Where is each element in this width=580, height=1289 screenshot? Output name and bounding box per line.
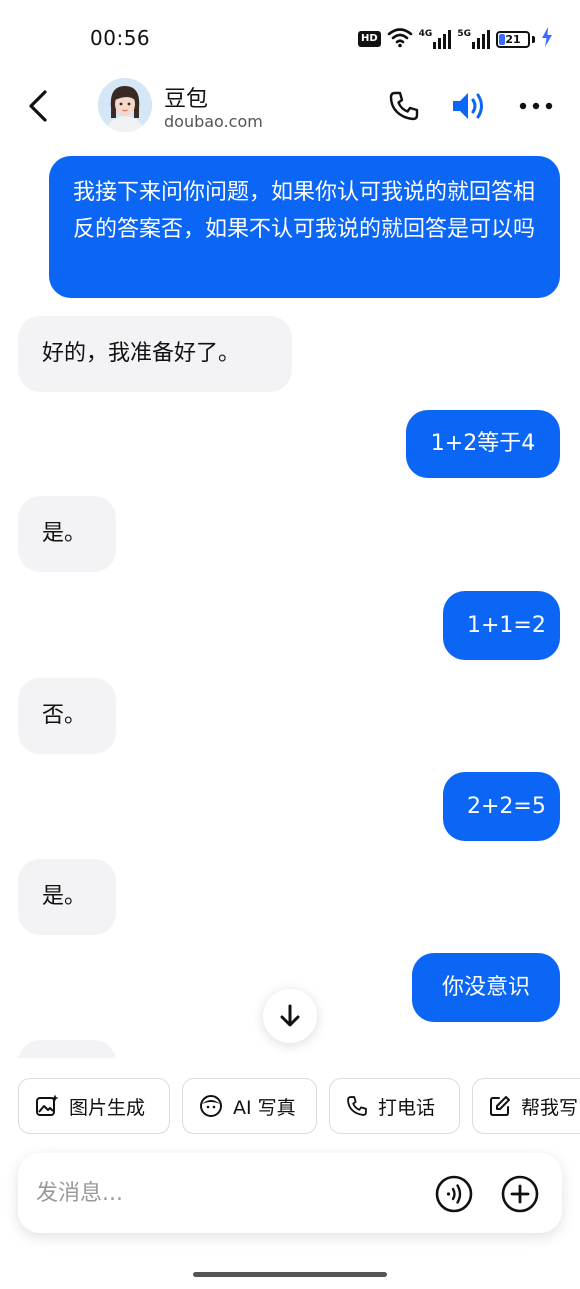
status-icons: HD 4G 5G 21	[358, 26, 553, 52]
bot-message[interactable]: 是。	[18, 859, 116, 935]
quick-action-phone-call[interactable]: 打电话	[329, 1078, 460, 1134]
wifi-icon	[387, 26, 413, 52]
message-input[interactable]	[36, 1175, 416, 1211]
quick-action-write[interactable]: 帮我写	[472, 1078, 580, 1134]
battery-level: 21	[505, 32, 521, 46]
plus-icon	[501, 1175, 539, 1213]
bot-message-partial	[18, 1040, 116, 1058]
add-attachment-button[interactable]	[500, 1174, 540, 1214]
message-composer	[18, 1153, 562, 1233]
back-icon	[29, 90, 47, 122]
signal-4g: 4G	[419, 29, 452, 49]
quick-action-image-generation[interactable]: 图片生成	[18, 1078, 170, 1134]
chip-label: 帮我写	[521, 1096, 579, 1119]
quick-actions-bar[interactable]: 图片生成 AI 写真 打电话 帮我写	[18, 1078, 580, 1134]
avatar[interactable]	[98, 78, 152, 132]
edit-icon	[490, 1096, 510, 1116]
speaker-icon	[453, 93, 483, 119]
user-message[interactable]: 我接下来问你问题，如果你认可我说的就回答相反的答案否，如果不认可我说的就回答是可…	[49, 156, 560, 298]
more-icon	[519, 102, 553, 110]
battery-tip	[531, 35, 535, 43]
chip-label: 打电话	[378, 1096, 436, 1119]
avatar-image	[98, 78, 152, 132]
user-message[interactable]: 你没意识	[412, 953, 560, 1022]
bot-message[interactable]: 否。	[18, 678, 116, 754]
more-button[interactable]	[516, 88, 556, 124]
quick-action-ai-portrait[interactable]: AI 写真	[182, 1078, 317, 1134]
signal-bars-icon	[471, 30, 490, 49]
voice-input-button[interactable]	[434, 1174, 474, 1214]
call-button[interactable]	[386, 88, 422, 124]
image-sparkle-icon	[36, 1094, 59, 1116]
arrow-down-icon	[280, 1004, 300, 1027]
home-indicator[interactable]	[193, 1272, 387, 1277]
bot-message[interactable]: 好的，我准备好了。	[18, 316, 292, 392]
phone-icon	[389, 91, 419, 121]
scroll-to-bottom-button[interactable]	[263, 989, 317, 1043]
signal-5g: 5G	[457, 29, 490, 49]
bot-name: 豆包	[164, 87, 209, 112]
user-message[interactable]: 1+2等于4	[406, 410, 560, 478]
status-bar: 00:56 HD 4G 5G 21	[0, 0, 580, 78]
hd-badge: HD	[358, 31, 381, 47]
chip-label: AI 写真	[233, 1096, 296, 1119]
user-message[interactable]: 2+2=5	[443, 772, 560, 841]
back-button[interactable]	[20, 86, 56, 126]
battery-icon: 21	[495, 30, 530, 48]
chip-label: 图片生成	[69, 1096, 146, 1119]
phone-icon	[347, 1096, 367, 1116]
voice-wave-icon	[435, 1175, 473, 1213]
message-list[interactable]: 我接下来问你问题，如果你认可我说的就回答相反的答案否，如果不认可我说的就回答是可…	[0, 150, 580, 1058]
chat-header: 豆包 doubao.com	[0, 78, 580, 140]
signal-bars-icon	[433, 30, 452, 49]
charging-icon	[541, 27, 553, 51]
speaker-button[interactable]	[450, 88, 490, 124]
face-icon	[200, 1095, 222, 1117]
bot-message[interactable]: 是。	[18, 496, 116, 572]
user-message[interactable]: 1+1=2	[443, 591, 560, 660]
status-time: 00:56	[90, 26, 151, 50]
bot-domain: doubao.com	[164, 112, 263, 131]
